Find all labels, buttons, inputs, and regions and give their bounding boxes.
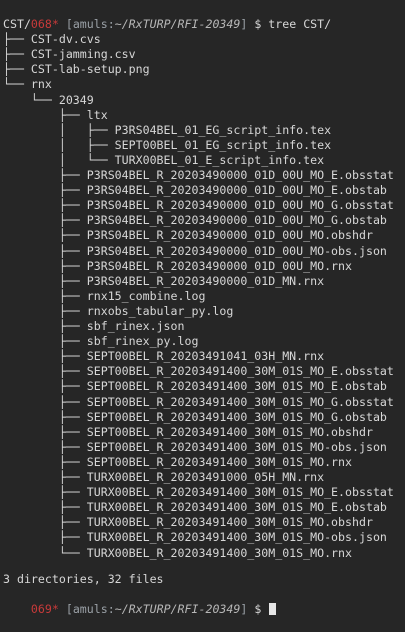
prompt-path: ~/RxTURP/RFI-20349 [114, 17, 241, 31]
prompt-user: amuls [72, 602, 108, 616]
terminal-window[interactable]: 068* [amuls:~/RxTURP/RFI-20349] $ tree C… [0, 0, 405, 616]
tree-entry: ├── CST-jamming.csv [3, 47, 136, 62]
prompt-colon: : [107, 602, 115, 616]
tree-summary: 3 directories, 32 files [3, 572, 164, 586]
tree-entry: ├── ltx [3, 107, 108, 122]
tree-entry: ├── P3RS04BEL_R_20203490000_01D_MN.rnx [3, 273, 325, 288]
tree-entry: ├── TURX00BEL_R_20203491400_30M_01S_MO-o… [3, 530, 387, 545]
tree-entry: ├── TURX00BEL_R_20203491400_30M_01S_MO.o… [3, 515, 373, 530]
tree-entry: ├── SEPT00BEL_R_20203491400_30M_01S_MO-o… [3, 439, 387, 454]
tree-entry: ├── P3RS04BEL_R_20203490000_01D_00U_MO-o… [3, 243, 387, 258]
prompt-path: ~/RxTURP/RFI-20349 [114, 602, 241, 616]
tree-entry: ├── SEPT00BEL_R_20203491400_30M_01S_MO_E… [3, 379, 387, 394]
tree-entry: ├── CST-lab-setup.png [3, 62, 150, 77]
tree-entry: │ ├── SEPT00BEL_01_EG_script_info.tex [3, 137, 332, 152]
tree-entry: ├── SEPT00BEL_R_20203491400_30M_01S_MO_G… [3, 394, 394, 409]
tree-entry: ├── TURX00BEL_R_20203491000_05H_MN.rnx [3, 470, 325, 484]
top-scroll-clip [0, 0, 405, 4]
tree-entry: ├── SEPT00BEL_R_20203491400_30M_01S_MO_E… [3, 364, 394, 379]
tree-entry: ├── SEPT00BEL_R_20203491400_30M_01S_MO_G… [3, 409, 387, 424]
tree-entry: ├── CST-dv.cvs [3, 32, 101, 47]
tree-entry: └── TURX00BEL_R_20203491400_30M_01S_MO.r… [3, 545, 353, 560]
tree-entry: ├── TURX00BEL_R_20203491400_30M_01S_MO_E… [3, 485, 394, 500]
tree-entry: ├── SEPT00BEL_R_20203491041_03H_MN.rnx [3, 349, 325, 364]
tree-entry: ├── sbf_rinex.json [3, 319, 185, 333]
tree-entry: └── 20349 [3, 92, 94, 107]
prompt-colon: : [107, 17, 115, 31]
tree-entry: ├── P3RS04BEL_R_20203490000_01D_00U_MO_E… [3, 183, 387, 198]
prompt-counter: 69* [37, 602, 59, 616]
prompt-symbol: $ [254, 17, 262, 31]
tree-entry: ├── P3RS04BEL_R_20203490000_01D_00U_MO_E… [3, 168, 394, 182]
next-prompt-line: 069* [amuls:~/RxTURP/RFI-20349] $ [3, 587, 277, 616]
tree-entry: │ ├── P3RS04BEL_01_EG_script_info.tex [3, 122, 332, 137]
prompt-bracket-open: [ [65, 17, 73, 31]
prompt-user: amuls [72, 17, 108, 31]
tree-entry: ├── rnxobs_tabular_py.log [3, 303, 234, 318]
command-text: tree CST/ [268, 17, 332, 31]
tree-entry: ├── SEPT00BEL_R_20203491400_30M_01S_MO.r… [3, 454, 353, 469]
prompt-bracket-open: [ [65, 602, 73, 616]
tree-entry: │ └── TURX00BEL_01_E_script_info.tex [3, 152, 325, 167]
prompt-counter: 68* [37, 17, 59, 31]
tree-entry: ├── sbf_rinex_py.log [3, 334, 199, 349]
tree-entry: ├── rnx15_combine.log [3, 288, 206, 303]
prompt-symbol: $ [254, 602, 262, 616]
tree-entry: ├── SEPT00BEL_R_20203491400_30M_01S_MO.o… [3, 424, 373, 439]
prompt-bracket-close: ] [240, 17, 248, 31]
tree-entry: ├── P3RS04BEL_R_20203490000_01D_00U_MO_G… [3, 198, 394, 213]
tree-entry: ├── P3RS04BEL_R_20203490000_01D_00U_MO.o… [3, 228, 373, 243]
command-prompt-line: 068* [amuls:~/RxTURP/RFI-20349] $ tree C… [3, 2, 331, 31]
prompt-exit-code: 0 [30, 602, 38, 616]
tree-entry: ├── P3RS04BEL_R_20203490000_01D_00U_MO.r… [3, 258, 353, 273]
prompt-bracket-close: ] [240, 602, 248, 616]
prompt-exit-code: 0 [30, 17, 38, 31]
tree-entry: └── rnx [3, 77, 52, 92]
tree-entry: ├── P3RS04BEL_R_20203490000_01D_00U_MO_G… [3, 213, 387, 228]
tree-entry: ├── TURX00BEL_R_20203491400_30M_01S_MO_E… [3, 500, 387, 515]
terminal-cursor[interactable] [269, 603, 277, 615]
tree-root: CST/ [3, 17, 31, 31]
